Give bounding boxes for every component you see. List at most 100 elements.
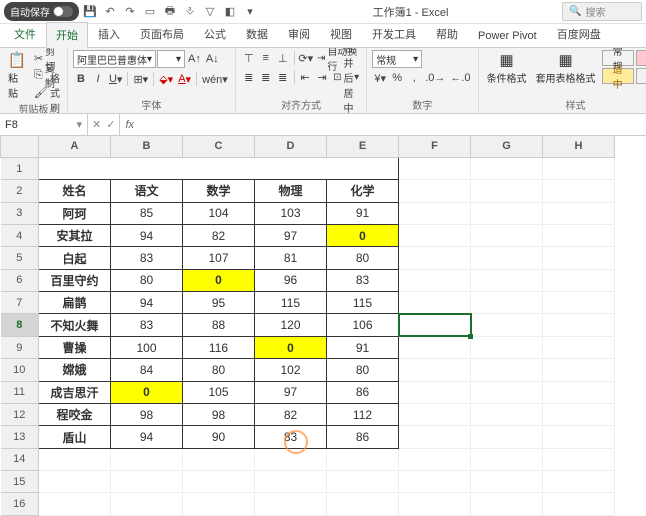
cell-B9[interactable]: 100: [111, 336, 183, 358]
cell-E6[interactable]: 83: [327, 269, 399, 291]
cell-G7[interactable]: [471, 292, 543, 314]
tab-6[interactable]: 审阅: [278, 21, 320, 47]
qat-icon-2[interactable]: ◧: [221, 3, 239, 21]
cell-A3[interactable]: 阿珂: [39, 202, 111, 224]
fx-icon[interactable]: fx: [120, 114, 139, 135]
align-bottom-button[interactable]: ⊥: [275, 50, 291, 66]
col-header-G[interactable]: G: [471, 136, 543, 157]
cell-D11[interactable]: 97: [255, 381, 327, 403]
cell-G10[interactable]: [471, 359, 543, 381]
tab-11[interactable]: 百度网盘: [547, 21, 611, 47]
border-button[interactable]: ⊞▾: [131, 71, 150, 87]
wrap-text-button[interactable]: ⇥自动换行: [315, 50, 361, 66]
cell-D7[interactable]: 115: [255, 292, 327, 314]
formula-input[interactable]: [139, 114, 646, 135]
cell-G5[interactable]: [471, 247, 543, 269]
qat-icon-1[interactable]: ⎀: [181, 3, 199, 21]
cell-D15[interactable]: [255, 471, 327, 493]
cell-C3[interactable]: 104: [183, 202, 255, 224]
cell-B11[interactable]: 0: [111, 381, 183, 403]
cell-G15[interactable]: [471, 471, 543, 493]
cell-G14[interactable]: [471, 448, 543, 470]
cell-G13[interactable]: [471, 426, 543, 448]
cell-B3[interactable]: 85: [111, 202, 183, 224]
tab-2[interactable]: 插入: [88, 21, 130, 47]
cell-E16[interactable]: [327, 493, 399, 516]
tab-4[interactable]: 公式: [194, 21, 236, 47]
cell-G6[interactable]: [471, 269, 543, 291]
cell-H8[interactable]: [543, 314, 615, 336]
cancel-icon[interactable]: ✕: [92, 118, 101, 131]
cell-D3[interactable]: 103: [255, 202, 327, 224]
cell-H14[interactable]: [543, 448, 615, 470]
new-icon[interactable]: ▭: [141, 3, 159, 21]
cell-H1[interactable]: [543, 157, 615, 179]
cell-C12[interactable]: 98: [183, 403, 255, 425]
cell-B13[interactable]: 94: [111, 426, 183, 448]
cell-G16[interactable]: [471, 493, 543, 516]
fill-color-button[interactable]: ⬙▾: [157, 71, 175, 87]
cell-D5[interactable]: 81: [255, 247, 327, 269]
cell-C16[interactable]: [183, 493, 255, 516]
cell-F11[interactable]: [399, 381, 471, 403]
cell-G4[interactable]: [471, 224, 543, 246]
cell-A1[interactable]: 替换0值: [39, 157, 399, 179]
align-left-button[interactable]: ≣: [241, 69, 257, 85]
row-header-6[interactable]: 6: [1, 269, 39, 291]
cell-C6[interactable]: 0: [183, 269, 255, 291]
cell-H9[interactable]: [543, 336, 615, 358]
col-header-D[interactable]: D: [255, 136, 327, 157]
save-icon[interactable]: 💾: [81, 3, 99, 21]
cell-A15[interactable]: [39, 471, 111, 493]
cell-A5[interactable]: 白起: [39, 247, 111, 269]
row-header-1[interactable]: 1: [1, 157, 39, 179]
percent-button[interactable]: %: [389, 70, 405, 86]
cell-H6[interactable]: [543, 269, 615, 291]
cell-H15[interactable]: [543, 471, 615, 493]
align-right-button[interactable]: ≣: [275, 69, 291, 85]
filter-icon[interactable]: ▽: [201, 3, 219, 21]
increase-font-button[interactable]: A↑: [186, 51, 203, 67]
cell-D6[interactable]: 96: [255, 269, 327, 291]
print-icon[interactable]: 🖶: [161, 3, 179, 21]
cell-H5[interactable]: [543, 247, 615, 269]
qat-dropdown-icon[interactable]: ▾: [241, 3, 259, 21]
number-format-select[interactable]: 常规▾: [372, 50, 422, 68]
cell-E4[interactable]: 0: [327, 224, 399, 246]
font-color-button[interactable]: A▾: [176, 71, 193, 87]
decrease-indent-button[interactable]: ⇤: [297, 69, 313, 85]
cell-G12[interactable]: [471, 403, 543, 425]
cell-D16[interactable]: [255, 493, 327, 516]
tab-5[interactable]: 数据: [236, 21, 278, 47]
row-header-2[interactable]: 2: [1, 180, 39, 202]
cell-B14[interactable]: [111, 448, 183, 470]
phonetic-button[interactable]: wén▾: [200, 71, 230, 87]
cell-E11[interactable]: 86: [327, 381, 399, 403]
cell-B10[interactable]: 84: [111, 359, 183, 381]
cell-H12[interactable]: [543, 403, 615, 425]
worksheet-grid[interactable]: ABCDEFGH1替换0值2姓名语文数学物理化学3阿珂85104103914安其…: [0, 136, 646, 516]
cell-E14[interactable]: [327, 448, 399, 470]
cell-D4[interactable]: 97: [255, 224, 327, 246]
cell-B6[interactable]: 80: [111, 269, 183, 291]
col-header-H[interactable]: H: [543, 136, 615, 157]
tab-1[interactable]: 开始: [46, 22, 88, 48]
paste-button[interactable]: 📋 粘贴: [5, 50, 29, 101]
cell-F7[interactable]: [399, 292, 471, 314]
name-box[interactable]: F8▾: [0, 114, 88, 135]
orientation-button[interactable]: ⟳▾: [298, 50, 314, 66]
cell-E15[interactable]: [327, 471, 399, 493]
cell-B7[interactable]: 94: [111, 292, 183, 314]
confirm-icon[interactable]: ✓: [106, 118, 115, 131]
tab-10[interactable]: Power Pivot: [468, 25, 547, 47]
row-header-9[interactable]: 9: [1, 336, 39, 358]
cell-F8[interactable]: [399, 314, 471, 336]
style-calc[interactable]: 计算: [636, 68, 646, 84]
cell-G3[interactable]: [471, 202, 543, 224]
tab-7[interactable]: 视图: [320, 21, 362, 47]
decrease-decimal-button[interactable]: ←.0: [448, 70, 472, 86]
autosave-toggle[interactable]: 自动保存: [4, 2, 79, 21]
cell-H2[interactable]: [543, 180, 615, 202]
col-header-B[interactable]: B: [111, 136, 183, 157]
format-painter-button[interactable]: 🖌格式刷: [32, 84, 62, 100]
